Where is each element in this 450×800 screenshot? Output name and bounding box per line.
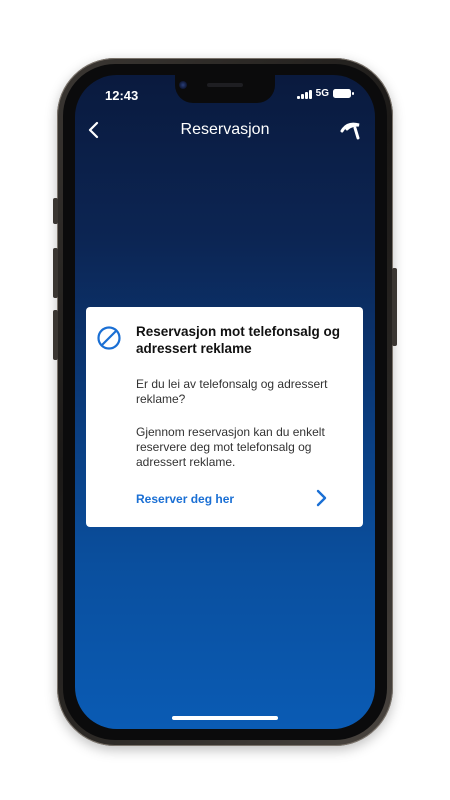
card-paragraph-description: Gjennom reservasjon kan du enkelt reserv…: [136, 425, 325, 469]
front-camera: [179, 81, 187, 89]
volume-down-button: [53, 310, 58, 360]
page-title: Reservasjon: [180, 121, 270, 138]
network-type: 5G: [315, 88, 329, 99]
power-button: [392, 268, 397, 346]
battery-icon: [333, 89, 354, 98]
telenor-logo-icon: [340, 122, 360, 140]
reservation-card: Reservasjon mot telefonsalg og adressert…: [86, 307, 363, 527]
status-indicators: 5G: [297, 88, 354, 99]
card-paragraph-intro: Er du lei av telefonsalg og adressert re…: [136, 377, 328, 406]
mute-switch: [53, 198, 58, 224]
home-indicator[interactable]: [172, 716, 278, 720]
app-screen: 12:43 5G Reservasjon Reservasjon mot tel…: [75, 75, 375, 729]
card-title: Reservasjon mot telefonsalg og adressert…: [136, 324, 341, 356]
earpiece-speaker: [207, 83, 243, 87]
status-time: 12:43: [105, 88, 139, 103]
prohibited-icon: [97, 326, 121, 350]
reserve-link[interactable]: Reserver deg her: [136, 492, 234, 506]
notch: [175, 75, 275, 103]
chevron-right-icon[interactable]: [313, 488, 329, 508]
signal-bars-icon: [297, 89, 312, 99]
volume-up-button: [53, 248, 58, 298]
